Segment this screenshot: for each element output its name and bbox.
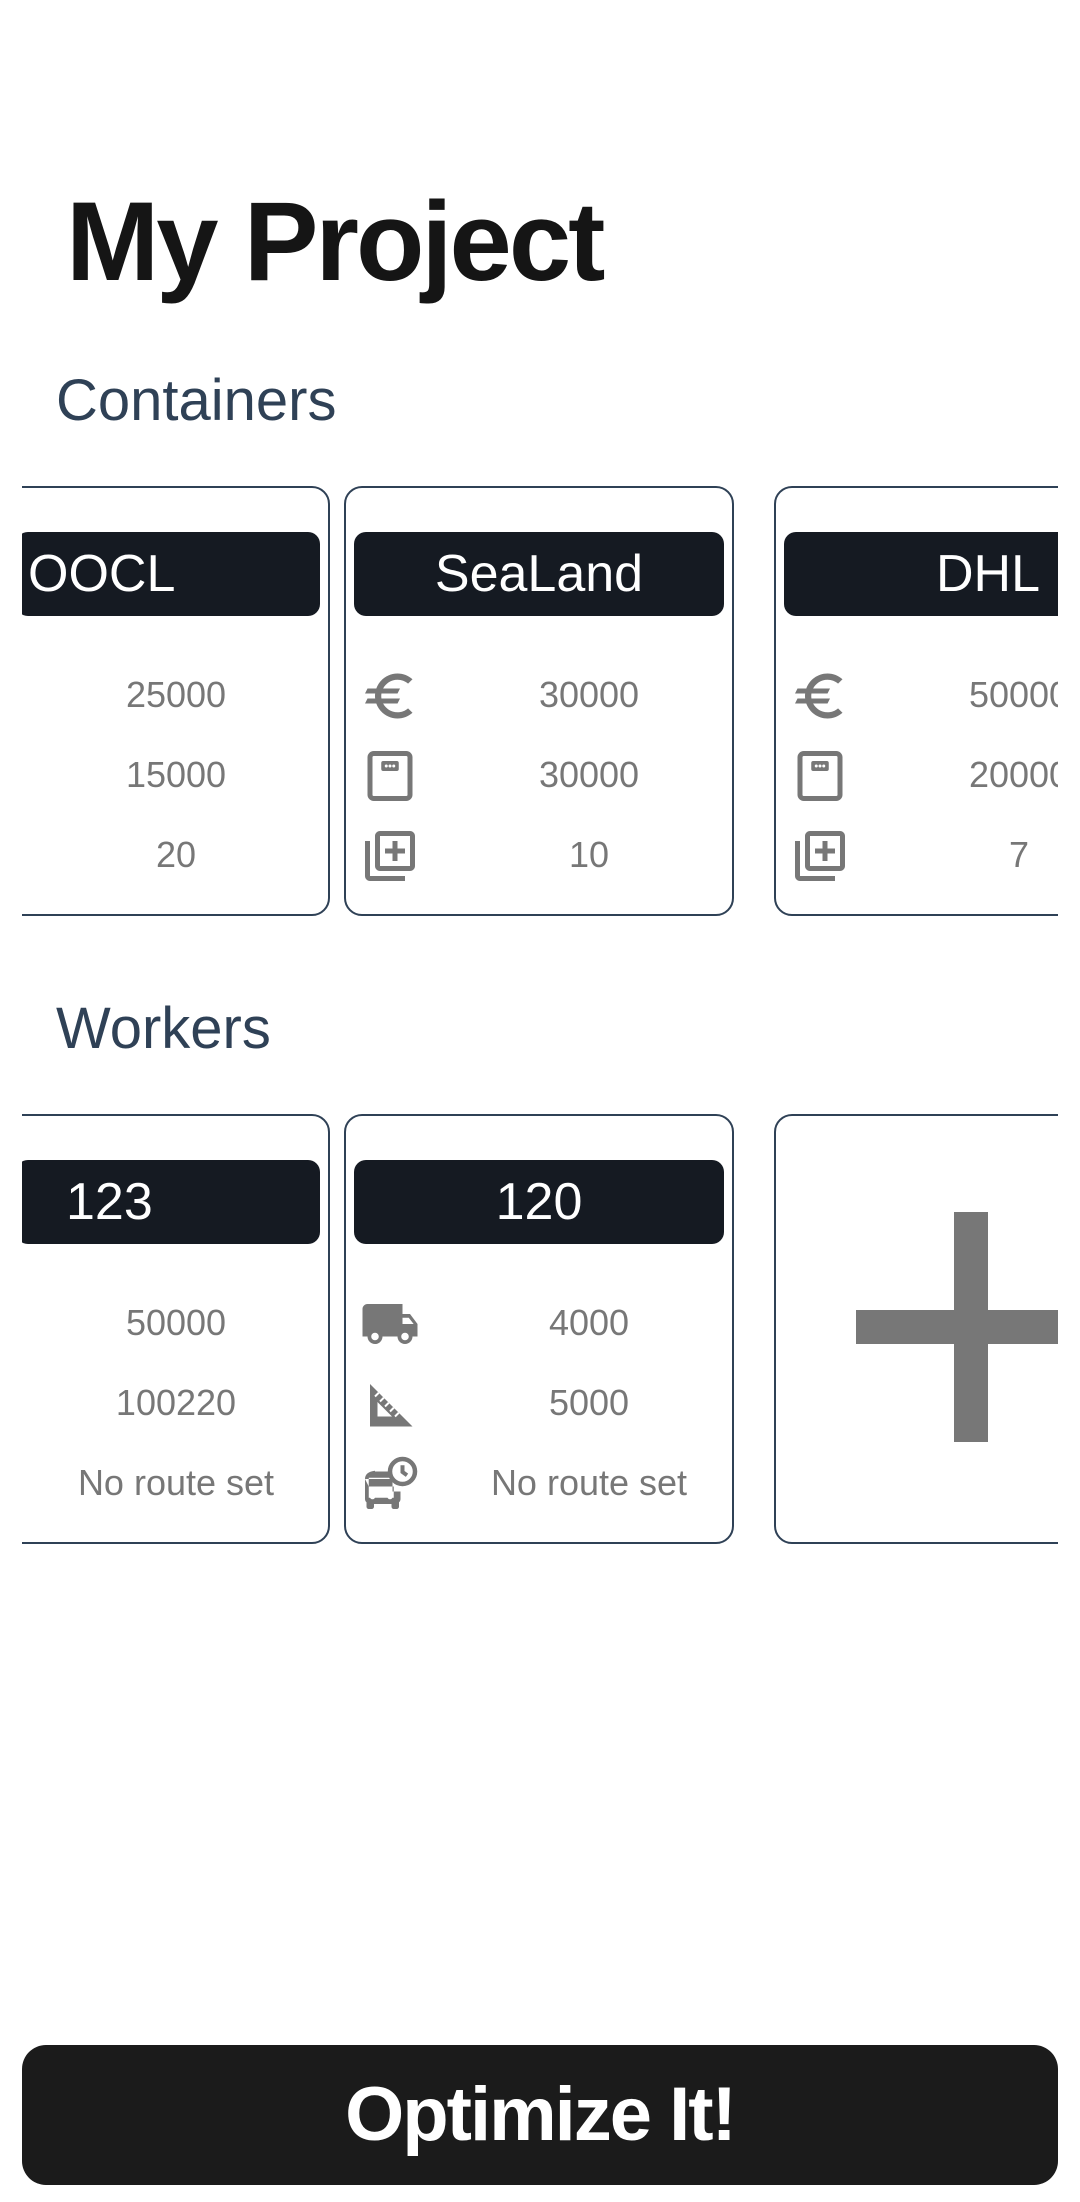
worker-load-value: 4000 [548, 1302, 630, 1343]
workers-heading: Workers [56, 996, 271, 1061]
container-count-value: 20 [155, 834, 197, 875]
containers-carousel[interactable]: OOCL 25000 15000 20 SeaLand 30000 30000 [22, 486, 1058, 920]
container-capacity-value: 30000 [538, 754, 640, 795]
optimize-button[interactable]: Optimize It! [22, 2045, 1058, 2185]
worker-route-value: No route set [77, 1462, 275, 1503]
library-add-icon [790, 826, 850, 886]
truck-icon [360, 1294, 420, 1354]
container-card[interactable]: DHL 50000 20000 7 [774, 486, 1058, 916]
box-icon [790, 746, 850, 806]
container-count-value: 7 [1008, 834, 1030, 875]
worker-load-value: 50000 [125, 1302, 227, 1343]
worker-card[interactable]: 123 50000 100220 No route set [22, 1114, 330, 1544]
bus-clock-icon [360, 1454, 420, 1514]
worker-distance-value: 100220 [115, 1382, 237, 1423]
container-card[interactable]: SeaLand 30000 30000 10 [344, 486, 734, 916]
worker-distance-value: 5000 [548, 1382, 630, 1423]
add-worker-card[interactable] [774, 1114, 1058, 1544]
container-capacity-value: 20000 [968, 754, 1058, 795]
container-card[interactable]: OOCL 25000 15000 20 [22, 486, 330, 916]
container-price-value: 25000 [125, 674, 227, 715]
container-card-name: OOCL [22, 532, 320, 616]
container-count-value: 10 [568, 834, 610, 875]
containers-heading: Containers [56, 368, 337, 433]
worker-route-value: No route set [490, 1462, 688, 1503]
page-title: My Project [66, 179, 605, 304]
worker-card[interactable]: 120 4000 5000 No route set [344, 1114, 734, 1544]
container-price-value: 30000 [538, 674, 640, 715]
workers-carousel[interactable]: 123 50000 100220 No route set 120 4000 5… [22, 1114, 1058, 1548]
container-price-value: 50000 [968, 674, 1058, 715]
euro-icon [790, 666, 850, 726]
worker-card-name: 123 [22, 1160, 320, 1244]
container-capacity-value: 15000 [125, 754, 227, 795]
library-add-icon [360, 826, 420, 886]
euro-icon [360, 666, 420, 726]
box-icon [360, 746, 420, 806]
container-card-name: DHL [784, 532, 1058, 616]
plus-icon [856, 1212, 1058, 1442]
ruler-triangle-icon [360, 1374, 420, 1434]
container-card-name: SeaLand [354, 532, 724, 616]
worker-card-name: 120 [354, 1160, 724, 1244]
